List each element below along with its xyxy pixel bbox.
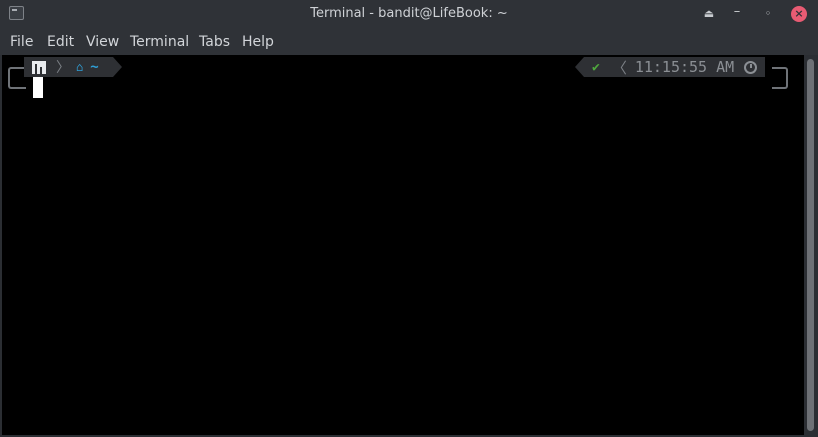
distro-logo-icon — [32, 60, 46, 74]
scrollbar-thumb[interactable] — [807, 59, 814, 431]
menu-tabs[interactable]: Tabs — [199, 34, 230, 50]
terminal-window: Terminal - bandit@LifeBook: ~ ⏏ – ◦ × Fi… — [0, 0, 818, 437]
terminal-output[interactable]: 〉 ⌂ ~ ✔ 〈 11:15:55 AM — [2, 55, 804, 435]
clock-icon — [744, 60, 758, 74]
home-icon: ⌂ — [76, 60, 84, 74]
window-title: Terminal - bandit@LifeBook: ~ — [310, 6, 508, 21]
prompt-right-segment: ✔ 〈 11:15:55 AM — [574, 57, 766, 77]
menu-view[interactable]: View — [86, 34, 119, 50]
keep-above-button[interactable]: ⏏ — [700, 5, 718, 23]
text-cursor — [33, 77, 43, 98]
minimize-button[interactable]: – — [728, 5, 746, 23]
segment-separator: 〉 — [56, 60, 70, 76]
prompt-frame-right — [772, 67, 788, 89]
current-directory: ~ — [90, 59, 99, 75]
title-bar[interactable]: Terminal - bandit@LifeBook: ~ ⏏ – ◦ × — [0, 0, 818, 28]
segment-separator-right: 〈 — [611, 58, 627, 77]
prompt-left-segment: 〉 ⌂ ~ — [24, 57, 122, 77]
success-check-icon: ✔ — [592, 59, 600, 75]
vertical-scrollbar[interactable] — [804, 55, 818, 435]
close-button[interactable]: × — [791, 6, 807, 22]
menu-edit[interactable]: Edit — [47, 34, 74, 50]
prompt-time: 11:15:55 AM — [634, 58, 735, 76]
menu-bar: File Edit View Terminal Tabs Help — [0, 28, 818, 55]
menu-terminal[interactable]: Terminal — [130, 34, 189, 50]
menu-help[interactable]: Help — [242, 34, 274, 50]
menu-file[interactable]: File — [10, 34, 33, 50]
maximize-button[interactable]: ◦ — [759, 5, 777, 23]
